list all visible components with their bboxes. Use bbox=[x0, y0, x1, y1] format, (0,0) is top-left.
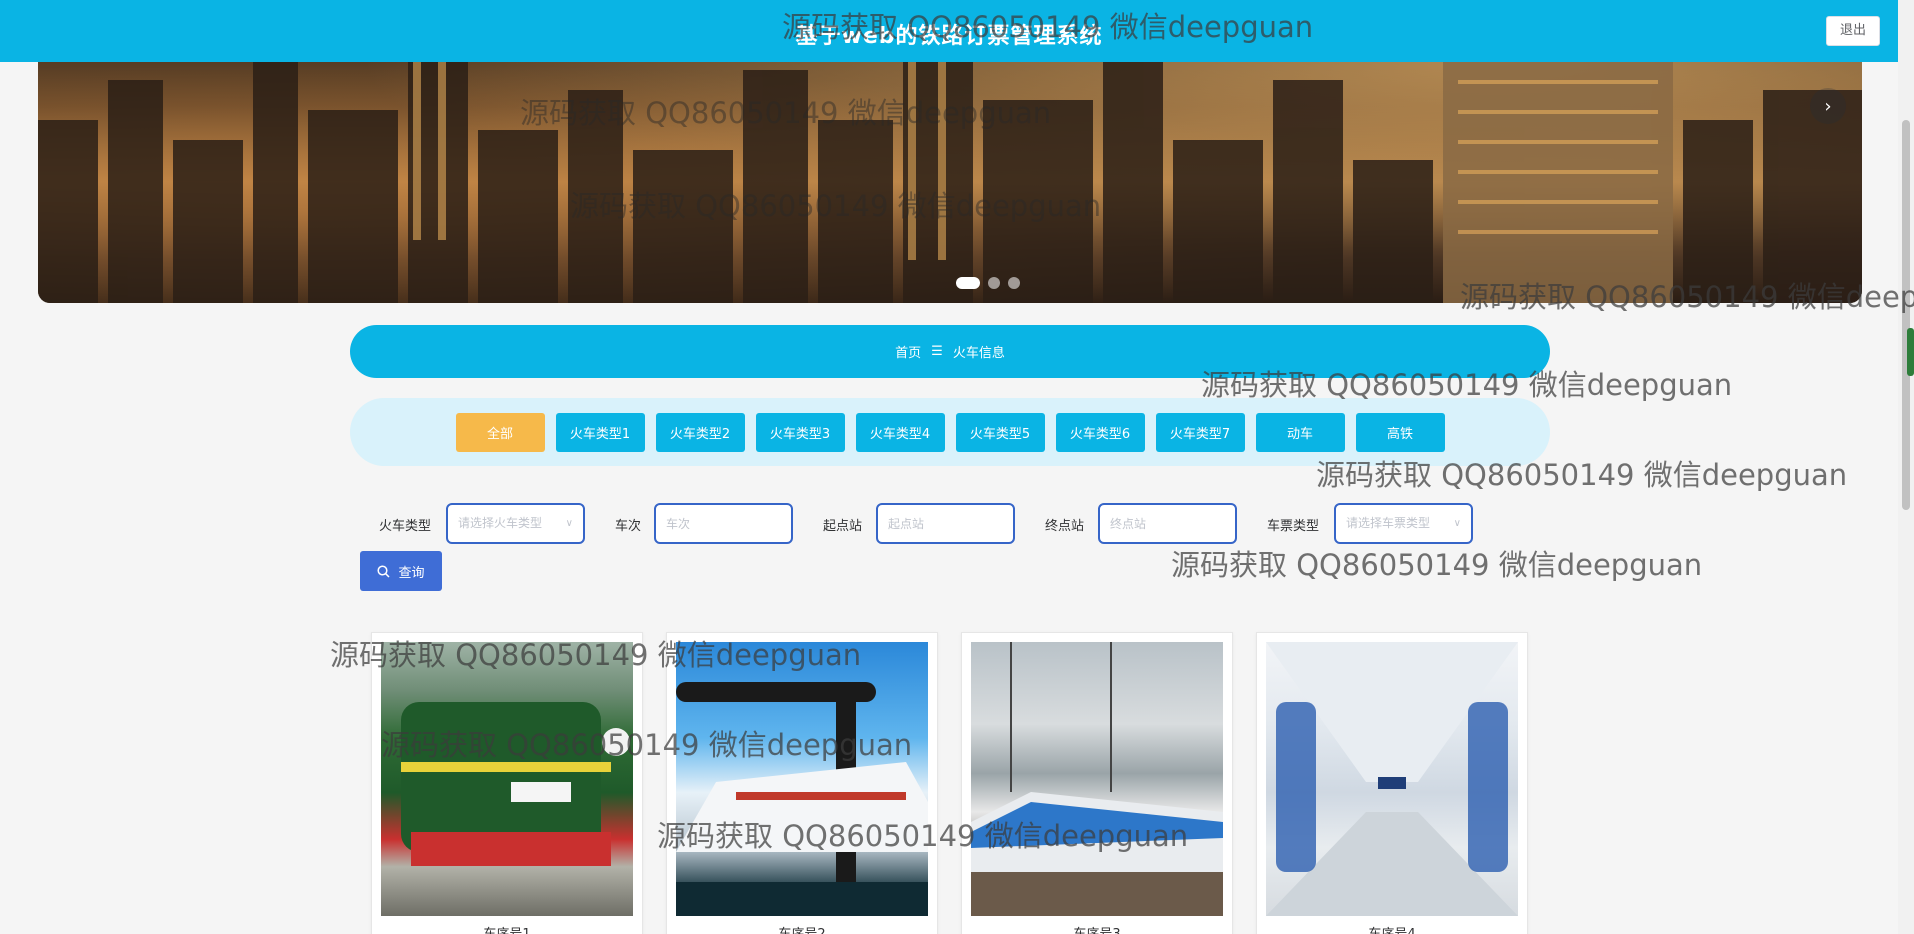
watermark-text: 源码获取 QQ86050149 微信deepguan bbox=[657, 819, 1189, 853]
category-emu[interactable]: 动车 bbox=[1255, 412, 1345, 452]
scrollbar[interactable] bbox=[1898, 0, 1914, 934]
search-button-label: 查询 bbox=[398, 565, 425, 581]
start-station-input[interactable] bbox=[876, 503, 1015, 544]
train-image[interactable] bbox=[1266, 642, 1518, 916]
card-title: 车序号3 bbox=[962, 923, 1232, 934]
watermark-text: 源码获取 QQ86050149 微信deepguan bbox=[1171, 548, 1703, 582]
ticket-type-select[interactable]: 请选择车票类型 ∨ bbox=[1334, 503, 1473, 544]
ticket-type-label: 车票类型 bbox=[1267, 519, 1320, 534]
train-type-select[interactable]: 请选择火车类型 ∨ bbox=[446, 503, 585, 544]
search-icon bbox=[377, 564, 391, 578]
card-title: 车序号2 bbox=[667, 923, 937, 934]
watermark-text: 源码获取 QQ86050149 微信deepguan bbox=[1201, 368, 1733, 402]
breadcrumb-home[interactable]: 首页 bbox=[895, 342, 921, 361]
train-card[interactable]: 车序号2 bbox=[666, 632, 938, 934]
breadcrumb-current: 火车信息 bbox=[952, 346, 1005, 361]
chevron-down-icon: ∨ bbox=[565, 518, 573, 529]
watermark-text: 源码获取 QQ86050149 微信deepguan bbox=[782, 10, 1314, 44]
train-image[interactable] bbox=[381, 642, 633, 916]
carousel-next-button[interactable]: › bbox=[1810, 88, 1846, 124]
start-station-label: 起点站 bbox=[823, 519, 863, 534]
train-no-label: 车次 bbox=[615, 519, 642, 534]
train-type-label: 火车类型 bbox=[379, 519, 432, 534]
logout-button[interactable]: 退出 bbox=[1826, 16, 1880, 46]
category-type-2[interactable]: 火车类型2 bbox=[655, 412, 745, 452]
train-card[interactable]: 车序号4 bbox=[1256, 632, 1528, 934]
train-type-placeholder: 请选择火车类型 bbox=[458, 516, 543, 530]
category-type-5[interactable]: 火车类型5 bbox=[955, 412, 1045, 452]
watermark-text: 源码获取 QQ86050149 微信deepguan bbox=[520, 96, 1052, 130]
train-no-input[interactable] bbox=[654, 503, 793, 544]
end-station-input[interactable] bbox=[1098, 503, 1237, 544]
category-type-3[interactable]: 火车类型3 bbox=[755, 412, 845, 452]
carousel-dot-2[interactable] bbox=[988, 277, 1000, 289]
watermark-text: 源码获取 QQ86050149 微信deepguan bbox=[330, 638, 862, 672]
card-title: 车序号4 bbox=[1257, 923, 1527, 934]
train-card[interactable]: 车序号1 bbox=[371, 632, 643, 934]
category-type-4[interactable]: 火车类型4 bbox=[855, 412, 945, 452]
watermark-text: 源码获取 QQ86050149 微信deepguan bbox=[1316, 458, 1848, 492]
category-type-7[interactable]: 火车类型7 bbox=[1155, 412, 1245, 452]
search-button[interactable]: 查询 bbox=[360, 551, 442, 591]
carousel-indicators bbox=[956, 277, 1020, 289]
watermark-text: 源码获取 QQ86050149 微信deepguan bbox=[1460, 280, 1914, 314]
watermark-text: 源码获取 QQ86050149 微信deepguan bbox=[570, 189, 1102, 223]
train-image[interactable] bbox=[971, 642, 1223, 916]
chevron-down-icon: ∨ bbox=[1453, 518, 1461, 529]
train-card[interactable]: 车序号3 bbox=[961, 632, 1233, 934]
card-title: 车序号1 bbox=[372, 923, 642, 934]
category-type-1[interactable]: 火车类型1 bbox=[555, 412, 645, 452]
scroll-indicator bbox=[1907, 328, 1914, 376]
train-image[interactable] bbox=[676, 642, 928, 916]
category-type-6[interactable]: 火车类型6 bbox=[1055, 412, 1145, 452]
end-station-label: 终点站 bbox=[1045, 519, 1085, 534]
category-high-speed[interactable]: 高铁 bbox=[1355, 412, 1445, 452]
menu-separator-icon: ☰ bbox=[931, 344, 943, 359]
carousel-dot-1[interactable] bbox=[956, 277, 980, 289]
category-all[interactable]: 全部 bbox=[455, 412, 545, 452]
watermark-text: 源码获取 QQ86050149 微信deepguan bbox=[381, 728, 913, 762]
chevron-right-icon: › bbox=[1824, 95, 1832, 117]
ticket-type-placeholder: 请选择车票类型 bbox=[1346, 516, 1431, 530]
carousel-dot-3[interactable] bbox=[1008, 277, 1020, 289]
